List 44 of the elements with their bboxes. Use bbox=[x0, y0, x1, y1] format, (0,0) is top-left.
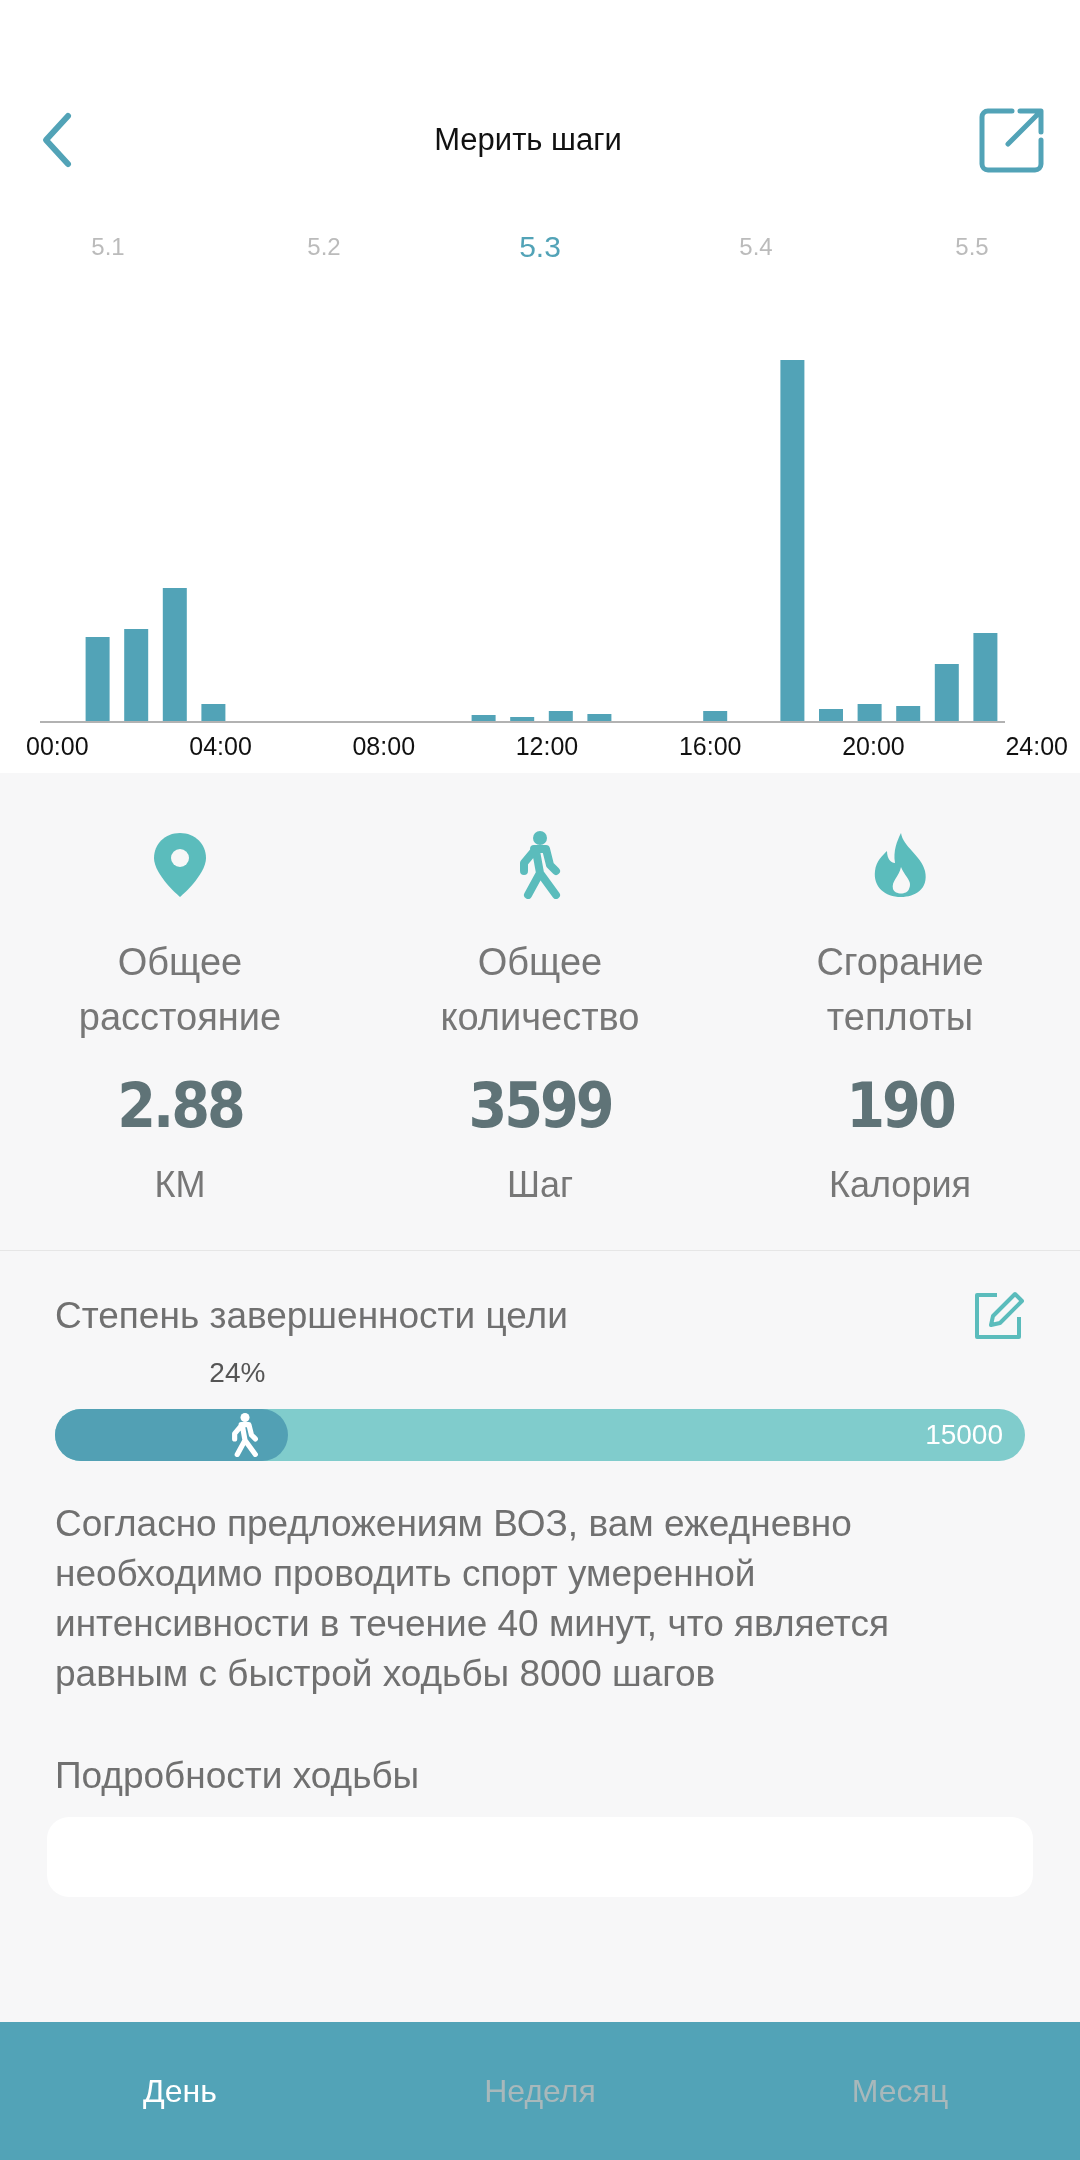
bar bbox=[201, 704, 226, 721]
bar bbox=[896, 706, 921, 721]
section-title: Степень завершенности цели bbox=[55, 1295, 568, 1337]
axis-label: 24:00 bbox=[1005, 732, 1068, 761]
section-title: Подробности ходьбы bbox=[55, 1755, 421, 1797]
period-tab[interactable]: Неделя bbox=[484, 2072, 596, 2110]
screen-title: Мерить шаги bbox=[434, 122, 622, 158]
stat-label: Сгорание теплоты bbox=[815, 940, 985, 1040]
walking-person-icon bbox=[518, 831, 562, 899]
date-tab[interactable]: 5.5 bbox=[955, 230, 989, 264]
date-tab[interactable]: 5.3 bbox=[519, 230, 561, 264]
stat-value: 3599 bbox=[468, 1069, 612, 1142]
stat-value: 190 bbox=[846, 1069, 954, 1142]
bar bbox=[471, 715, 496, 721]
axis-label: 16:00 bbox=[678, 732, 742, 761]
bar bbox=[819, 709, 843, 721]
period-tab[interactable]: Месяц bbox=[851, 2072, 949, 2110]
location-pin-icon bbox=[152, 831, 208, 899]
axis-label: 20:00 bbox=[842, 732, 905, 761]
bar bbox=[703, 711, 728, 721]
bar bbox=[857, 704, 882, 721]
progress-percent: 24% bbox=[209, 1357, 266, 1389]
stat-unit: Калория bbox=[828, 1164, 972, 1206]
goal-target: 15000 bbox=[925, 1419, 1003, 1451]
stat-value: 2.88 bbox=[117, 1069, 243, 1142]
stat-label: Общее количество bbox=[439, 940, 641, 1040]
date-tab[interactable]: 5.1 bbox=[91, 230, 125, 264]
date-tab[interactable]: 5.2 bbox=[307, 230, 341, 264]
bar bbox=[934, 664, 959, 721]
period-tab[interactable]: День bbox=[143, 2072, 217, 2110]
axis-label: 08:00 bbox=[352, 732, 416, 761]
stat-label: Общее расстояние bbox=[77, 940, 283, 1040]
bar bbox=[587, 714, 612, 721]
goal-note: Согласно предложениям ВОЗ, вам ежедневно необходимо проводить спорт умеренной интенсивности в течение 40 минут, что является равным с быстрой ходьбы 8000 шагов bbox=[55, 1502, 890, 1696]
bar bbox=[510, 717, 535, 721]
axis-label: 12:00 bbox=[515, 732, 579, 761]
stat-unit: КМ bbox=[154, 1164, 206, 1206]
date-tab[interactable]: 5.4 bbox=[739, 230, 773, 264]
walking-person-icon bbox=[229, 1413, 260, 1457]
axis-label: 00:00 bbox=[26, 732, 89, 761]
bar bbox=[548, 711, 573, 721]
axis-label: 04:00 bbox=[189, 732, 252, 761]
stat-unit: Шаг bbox=[506, 1164, 574, 1206]
share-icon[interactable] bbox=[978, 106, 1046, 174]
